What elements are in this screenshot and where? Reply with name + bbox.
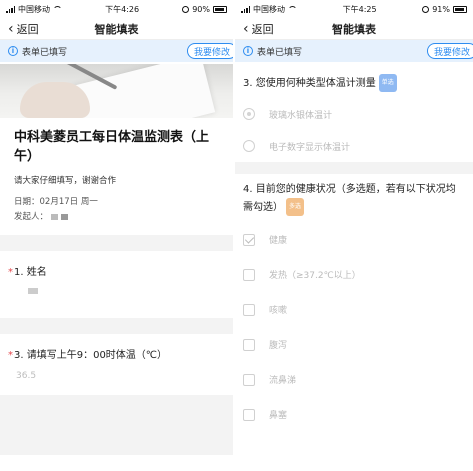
- edit-button[interactable]: 我要修改: [426, 43, 473, 59]
- option-runny-nose[interactable]: 流鼻涕: [235, 362, 473, 397]
- option-fever[interactable]: 发热（≥37.2℃以上）: [235, 257, 473, 292]
- initiator-label: 发起人：: [14, 212, 49, 222]
- form-initiator: 发起人：: [14, 210, 223, 225]
- option-digital-thermometer[interactable]: 电子数字显示体温计: [235, 130, 473, 162]
- radio-icon: [243, 140, 255, 152]
- alarm-icon: [422, 5, 430, 13]
- banner-image: [0, 64, 233, 118]
- question-label: 4. 目前您的健康状况（多选题，若有以下状况均需勾选）: [243, 184, 456, 213]
- option-label: 流鼻涕: [269, 376, 297, 386]
- clock-text: 下午4:26: [105, 4, 140, 14]
- checkbox-icon: [243, 338, 255, 351]
- checkbox-icon: [243, 373, 255, 386]
- option-glass-thermometer[interactable]: 玻璃水银体温计: [235, 98, 473, 130]
- form-title: 中科美菱员工每日体温监测表（上午）: [14, 130, 210, 164]
- question-label: 3. 您使用何种类型体温计测量: [243, 78, 376, 89]
- question-health-status: 4. 目前您的健康状况（多选题，若有以下状况均需勾选） 多选: [235, 174, 473, 222]
- question-name: *1. 姓名: [0, 251, 233, 278]
- carrier-text: 中国移动: [253, 4, 285, 14]
- info-icon: i: [243, 46, 253, 56]
- clock-text: 下午4:25: [342, 4, 377, 14]
- nav-bar: ‹ 返回 智能填表: [235, 18, 473, 40]
- option-label: 发热（≥37.2℃以上）: [269, 271, 361, 281]
- option-label: 腹泻: [269, 341, 288, 351]
- page-title: 智能填表: [94, 22, 139, 36]
- question-thermometer-type: 3. 您使用何种类型体温计测量 单选: [235, 62, 473, 98]
- option-diarrhea[interactable]: 腹泻: [235, 327, 473, 362]
- back-button[interactable]: ‹ 返回: [243, 21, 274, 37]
- initiator-name-blur: [61, 213, 69, 220]
- checkbox-icon: [243, 408, 255, 421]
- option-label: 鼻塞: [269, 411, 288, 421]
- filled-notice: i 表单已填写 我要修改: [235, 40, 473, 62]
- section-divider: [0, 235, 233, 251]
- left-screen: 中国移动 下午4:26 90% ‹ 返回 智能填表 i 表单已填写 我要修改 中…: [0, 0, 233, 471]
- alarm-icon: [182, 5, 190, 13]
- multi-choice-tag: 多选: [286, 198, 305, 216]
- chevron-left-icon: ‹: [243, 21, 249, 37]
- form-description: 请大家仔细填写，谢谢合作: [14, 176, 117, 186]
- status-bar: 中国移动 下午4:25 91%: [235, 0, 473, 18]
- question-label: 3. 请填写上午9：00时体温（℃）: [14, 350, 168, 361]
- wifi-icon: [53, 6, 62, 12]
- battery-icon: [213, 5, 227, 13]
- checkbox-icon: [243, 268, 255, 281]
- question-label: 1. 姓名: [14, 267, 47, 278]
- single-choice-tag: 单选: [378, 74, 397, 92]
- form-date: 日期：02月17日 周一: [14, 197, 98, 207]
- required-mark: *: [8, 267, 13, 278]
- battery-text: 91%: [432, 4, 450, 14]
- wifi-icon: [288, 6, 297, 12]
- checkbox-checked-icon: [243, 233, 255, 246]
- carrier-text: 中国移动: [18, 4, 50, 14]
- section-divider: [0, 395, 233, 455]
- form-meta: 日期：02月17日 周一 发起人：: [0, 186, 233, 225]
- nav-bar: ‹ 返回 智能填表: [0, 18, 233, 40]
- chevron-left-icon: ‹: [8, 21, 14, 37]
- checkbox-icon: [243, 303, 255, 316]
- signal-icon: [241, 5, 250, 13]
- notice-text: 表单已填写: [22, 47, 68, 58]
- signal-icon: [6, 5, 15, 13]
- initiator-avatar: [51, 213, 59, 220]
- info-icon: i: [8, 46, 18, 56]
- battery-text: 90%: [192, 4, 210, 14]
- option-cough[interactable]: 咳嗽: [235, 292, 473, 327]
- right-screen: 中国移动 下午4:25 91% ‹ 返回 智能填表 i 表单已填写 我要修改 3…: [235, 0, 473, 471]
- notice-text: 表单已填写: [257, 47, 303, 58]
- section-divider: [235, 162, 473, 174]
- option-label: 电子数字显示体温计: [269, 142, 351, 153]
- radio-selected-icon: [243, 108, 255, 120]
- option-healthy[interactable]: 健康: [235, 222, 473, 257]
- option-label: 咳嗽: [269, 306, 288, 316]
- back-label: 返回: [16, 23, 39, 36]
- edit-button[interactable]: 我要修改: [186, 43, 233, 59]
- option-nasal-congestion[interactable]: 鼻塞: [235, 397, 473, 432]
- back-button[interactable]: ‹ 返回: [8, 21, 39, 37]
- battery-icon: [453, 5, 467, 13]
- required-mark: *: [8, 350, 13, 361]
- status-bar: 中国移动 下午4:26 90%: [0, 0, 233, 18]
- temperature-answer[interactable]: 36.5: [0, 361, 233, 381]
- section-divider: [0, 318, 233, 334]
- option-label: 玻璃水银体温计: [269, 110, 333, 121]
- back-label: 返回: [251, 23, 274, 36]
- filled-notice: i 表单已填写 我要修改: [0, 40, 233, 62]
- question-temperature: *3. 请填写上午9：00时体温（℃）: [0, 334, 233, 361]
- page-title: 智能填表: [332, 22, 376, 36]
- option-label: 健康: [269, 236, 288, 246]
- banner-hand: [20, 82, 90, 118]
